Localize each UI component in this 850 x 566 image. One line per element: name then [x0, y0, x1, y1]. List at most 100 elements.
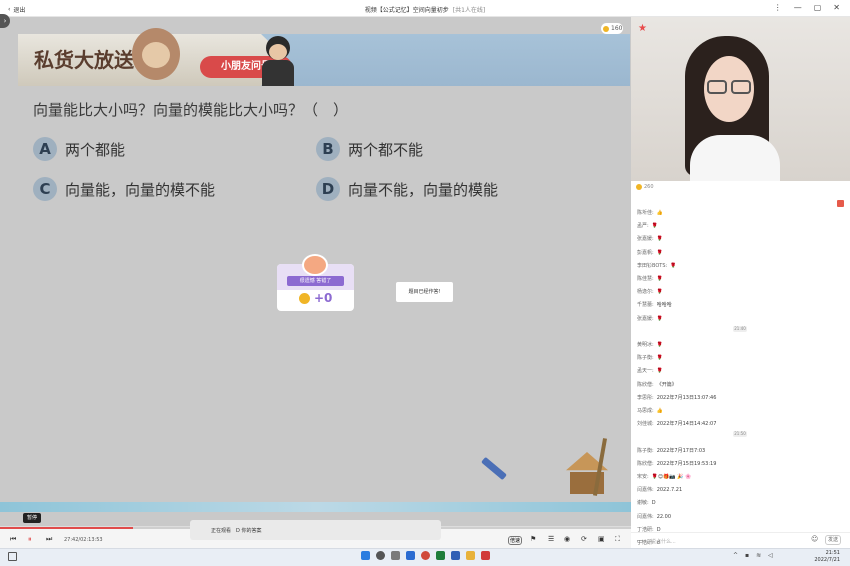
- chevron-up-icon[interactable]: ^: [733, 552, 738, 559]
- search-icon[interactable]: [376, 551, 385, 560]
- option-b[interactable]: B 两个都不能: [316, 137, 423, 161]
- chat-message-author: 孟严:: [637, 223, 649, 230]
- clock[interactable]: 21:51 2022/7/21: [814, 550, 840, 564]
- wifi-icon[interactable]: ≋: [756, 552, 761, 559]
- reward-value: +0: [299, 291, 332, 305]
- app-icon[interactable]: [481, 551, 490, 560]
- chat-message-author: 陈圻佳:: [637, 210, 654, 216]
- taskbar-apps: [361, 551, 490, 560]
- chat-message-author: 陈佳慧:: [637, 276, 654, 282]
- maximize-icon[interactable]: ▢: [814, 3, 822, 12]
- fullscreen-icon[interactable]: ⛶: [615, 535, 620, 544]
- chat-message-author: 闫嘉伟:: [637, 513, 654, 520]
- chat-message: 陈子衡: 2022年7月17日7:03: [637, 447, 705, 454]
- chat-message-author: 孟天一:: [637, 368, 654, 375]
- speed-button[interactable]: 倍速: [508, 536, 522, 545]
- chat-message-text: 《开篇》: [656, 381, 677, 388]
- sea-decoration: [0, 502, 631, 512]
- chat-message: 陈子衡: 🌹: [637, 354, 663, 361]
- refresh-icon[interactable]: ⟳: [581, 535, 587, 543]
- chat-time-separator: 21:50: [733, 431, 747, 438]
- send-button[interactable]: 发送: [825, 535, 841, 545]
- chat-message: 彭嘉帆: 🌹: [637, 249, 663, 256]
- banner-title: 私货大放送: [34, 48, 134, 72]
- chat-coin: 260: [636, 184, 654, 190]
- option-d[interactable]: D 向量不能，向量的模能: [316, 177, 498, 201]
- kid-icon: [258, 36, 298, 88]
- chat-message: 李思彤: 2022年7月13日13:07:46: [637, 394, 716, 401]
- chat-message-author: 张嘉媛:: [637, 315, 654, 322]
- chrome-icon[interactable]: [421, 551, 430, 560]
- close-icon[interactable]: ✕: [833, 3, 840, 12]
- more-icon[interactable]: ⋮: [774, 3, 782, 12]
- chat-message-text: 2022年7月13日13:07:46: [656, 394, 717, 401]
- chat-message-author: 陈欣僧:: [637, 381, 654, 388]
- picture-in-picture-icon[interactable]: ▣: [598, 535, 605, 543]
- window-title: 视频【公式记忆】空间向量初步 [共1人在线]: [0, 5, 850, 14]
- answer-panel-right: D 你的答案: [236, 528, 262, 534]
- chat-message: 陈佳慧: 🌹: [637, 275, 663, 282]
- word-icon[interactable]: [451, 551, 460, 560]
- chat-message-text: 🌹: [656, 368, 663, 375]
- gift-icon[interactable]: [837, 200, 844, 207]
- chat-message-text: 2022.7.21: [656, 487, 683, 494]
- next-icon[interactable]: ⏭: [46, 535, 52, 544]
- brand-logo: ★: [638, 23, 647, 34]
- start-icon[interactable]: [361, 551, 370, 560]
- option-c[interactable]: C 向量能，向量的模不能: [33, 177, 215, 201]
- chat-message: 孟天一: 🌹: [637, 367, 663, 374]
- pause-icon[interactable]: ⏸: [28, 535, 32, 544]
- chat-message-author: 陈子衡:: [637, 355, 654, 362]
- chat-message-text: 🌹: [656, 342, 663, 348]
- online-count: [共1人在线]: [452, 7, 486, 14]
- emoji-icon[interactable]: ☺: [811, 535, 818, 543]
- chat-message-text: 2022年7月14日14:42:07: [656, 421, 717, 428]
- chat-message-author: 刘佳城:: [637, 421, 654, 428]
- chat-message-author: 陈欣僧:: [637, 460, 654, 467]
- chat-icon[interactable]: ▭: [637, 537, 644, 545]
- chat-message-author: 李思彤:: [637, 394, 654, 401]
- system-tray: ^ ▪ ≋ ◁: [733, 552, 773, 559]
- chat-message: 张嘉媛: 🌹: [637, 315, 663, 322]
- chat-message-author: 陈子衡:: [637, 447, 654, 454]
- option-a[interactable]: A 两个都能: [33, 137, 125, 161]
- previous-icon[interactable]: ⏮: [10, 535, 16, 544]
- option-a-text: 两个都能: [65, 140, 126, 159]
- chat-message-author: 千慧蕾:: [637, 302, 654, 309]
- volume-icon[interactable]: ◁: [768, 552, 773, 559]
- camera-icon[interactable]: ◉: [564, 535, 570, 543]
- teacher-body: [690, 135, 780, 181]
- desktop-icon[interactable]: [8, 552, 17, 561]
- chat-message: 闫嘉伟: 22.00: [637, 513, 671, 520]
- coin-icon: [636, 184, 642, 190]
- coin-icon: [603, 25, 609, 32]
- chat-input[interactable]: 说点什么...: [651, 538, 676, 545]
- app-tray-icon[interactable]: ▪: [745, 552, 749, 559]
- crying-face-icon: [302, 254, 328, 276]
- chat-message-author: 黄明冰:: [637, 342, 654, 348]
- option-c-text: 向量能，向量的模不能: [65, 180, 216, 199]
- chat-message-text: 🌹: [670, 262, 677, 269]
- excel-icon[interactable]: [436, 551, 445, 560]
- chat-message-author: 李田钐BOTS:: [637, 262, 668, 269]
- chat-message-text: D: [651, 500, 656, 507]
- list-icon[interactable]: ☰: [548, 535, 554, 543]
- coin-icon: [299, 292, 310, 304]
- chat-message-text: 🌹: [656, 315, 663, 322]
- chat-message: 马思成: 👍: [637, 407, 663, 414]
- bookmark-icon[interactable]: ⚑: [530, 535, 536, 543]
- question-text: 向量能比大小吗？向量的模能比大小吗？（ ）: [33, 101, 349, 119]
- minimize-icon[interactable]: —: [794, 3, 802, 12]
- chat-message: 张嘉媛: 🌹: [637, 235, 663, 242]
- widgets-icon[interactable]: [406, 551, 415, 560]
- folder-icon[interactable]: [466, 551, 475, 560]
- chat-message: 陈欣僧: 《开篇》: [637, 381, 677, 388]
- coin-count: 160: [611, 25, 623, 32]
- chat-time-separator: 21:40: [733, 325, 747, 332]
- window-controls: ⋮ — ▢ ✕: [774, 3, 840, 12]
- chat-message-author: 彭嘉帆:: [637, 249, 654, 256]
- task-view-icon[interactable]: [391, 551, 400, 560]
- chat-message: 孟严: 🌹: [637, 222, 658, 229]
- chat-message-text: 哈哈哈: [656, 302, 672, 309]
- answer-panel: 正在观看 D 你的答案: [190, 520, 441, 540]
